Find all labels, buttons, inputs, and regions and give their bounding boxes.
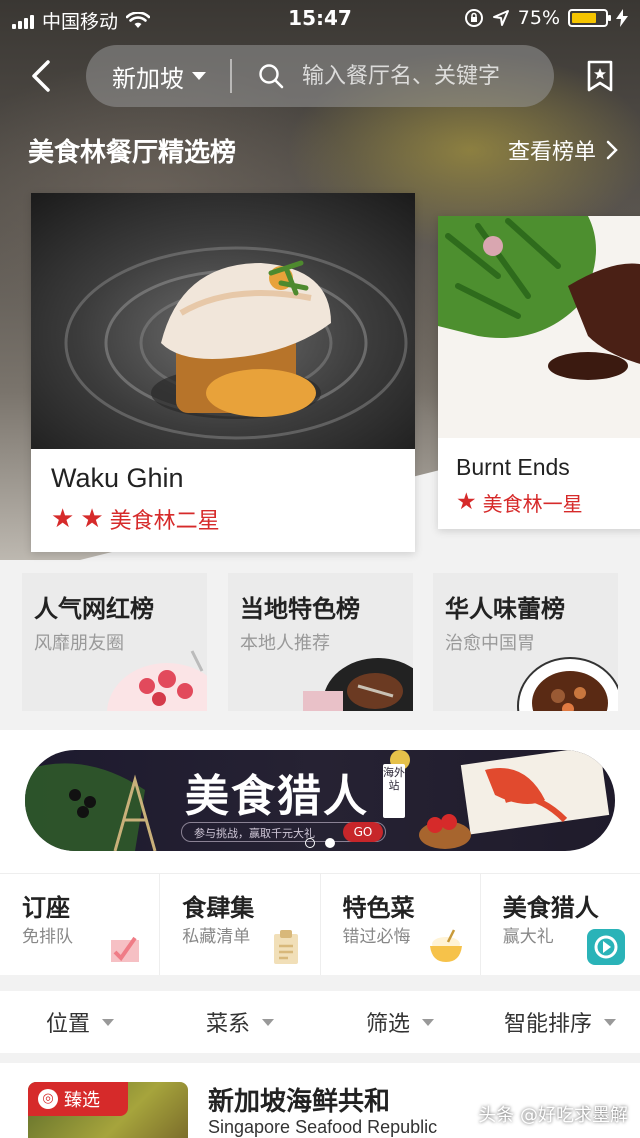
entry-collection[interactable]: 食肆集 私藏清单 [160,874,321,975]
carousel-dot-active[interactable] [325,838,335,848]
video-icon [587,929,625,965]
rotation-lock-icon [464,9,483,27]
entry-subtitle: 私藏清单 [182,927,251,947]
bookmark-icon[interactable] [586,60,614,92]
clipboard-icon [273,930,298,964]
carousel-dot[interactable] [305,838,315,848]
entry-title: 食肆集 [182,894,255,922]
rice-bowl-icon [429,929,462,962]
banner-go-button[interactable]: GO [343,822,383,842]
restaurant-name: Burnt Ends [456,454,570,480]
quick-entries: 订座 免排队 食肆集 私藏清单 特色菜 错过必悔 美食猎人 赢大礼 [0,873,640,975]
rating-label: 美食林二星 [109,509,220,534]
star-icon: ★ [80,504,104,534]
entry-title: 特色菜 [342,894,415,922]
search-icon [259,64,284,89]
filter-bar: 位置 菜系 筛选 智能排序 [0,991,640,1053]
search-bar[interactable]: 新加坡 [86,45,554,107]
section-title: 美食林餐厅精选榜 [28,138,237,168]
filter-label: 菜系 [205,1012,250,1037]
filter-label: 位置 [45,1012,90,1037]
rank-list-chinese[interactable]: 华人味蕾榜 治愈中国胃 [433,573,618,711]
featured-badge: ◎ 臻选 [28,1082,128,1116]
restaurant-thumbnail: ◎ 臻选 [28,1082,188,1138]
filter-location[interactable]: 位置 [0,991,160,1053]
rank-list-popular[interactable]: 人气网红榜 风靡朋友圈 [22,573,207,711]
booking-icon [111,936,140,962]
restaurant-card[interactable]: Burnt Ends ★ 美食林一星 [438,216,640,529]
caret-down-icon [604,1018,616,1026]
dessert-photo [107,650,207,711]
filter-label: 筛选 [365,1012,410,1037]
banner-title: 美食猎人 [185,771,369,822]
view-ranking-label: 查看榜单 [507,140,596,165]
restaurant-name: Waku Ghin [51,463,184,493]
list-item-subtitle: Singapore Seafood Republic [208,1117,438,1137]
caret-down-icon [102,1018,114,1026]
meat-dish-photo [303,658,413,711]
city-label: 新加坡 [112,64,184,93]
michelin-rating: ★ ★ 美食林二星 [51,503,220,535]
view-ranking-link[interactable]: 查看榜单 [508,134,618,166]
battery-level [572,13,596,23]
filter-label: 智能排序 [503,1012,592,1037]
star-icon: ★ [51,504,75,534]
banner-tag: 海外站 [383,764,405,818]
city-selector[interactable]: 新加坡 [86,59,230,94]
rank-list-local[interactable]: 当地特色榜 本地人推荐 [228,573,413,711]
status-bar: 中国移动 15:47 75% [0,0,640,36]
status-right: 75% [464,7,628,29]
rank-list-title: 人气网红榜 [34,595,154,623]
entry-subtitle: 错过必悔 [342,927,411,947]
restaurant-photo [31,193,415,449]
list-item-title: 新加坡海鲜共和 [208,1087,391,1117]
entry-booking[interactable]: 订座 免排队 [0,874,161,975]
entry-title: 订座 [22,894,70,922]
entry-title: 美食猎人 [502,894,599,922]
rank-list-title: 当地特色榜 [240,595,360,623]
filter-cuisine[interactable]: 菜系 [160,991,320,1053]
entry-subtitle: 赢大礼 [502,927,554,947]
filter-sort[interactable]: 智能排序 [480,991,640,1053]
watermark: 头条 @好吃求墨解 [478,1105,628,1126]
entry-signature-dish[interactable]: 特色菜 错过必悔 [321,874,481,975]
battery-icon [568,9,611,27]
badge-label: 臻选 [64,1090,100,1111]
promo-banner[interactable]: 美食猎人 海外站 参与挑战，赢取千元大礼 GO [25,750,615,851]
restaurant-card[interactable]: Waku Ghin ★ ★ 美食林二星 [31,193,415,552]
rating-label: 美食林一星 [482,492,583,516]
entry-subtitle: 免排队 [22,927,73,947]
filter-options[interactable]: 筛选 [320,991,480,1053]
battery-percent: 75% [517,7,560,29]
caret-down-icon [192,72,206,80]
soup-bowl-photo [517,657,618,711]
caret-down-icon [422,1018,434,1026]
star-icon: ★ [456,489,477,515]
caret-down-icon [262,1018,274,1026]
charging-icon [616,9,628,27]
search-divider [230,59,232,93]
michelin-rating: ★ 美食林一星 [456,488,583,517]
rank-list-title: 华人味蕾榜 [445,595,565,623]
location-icon [492,10,509,26]
back-icon[interactable] [24,58,58,94]
chevron-right-icon [606,140,618,160]
restaurant-photo [438,216,640,438]
entry-food-hunter[interactable]: 美食猎人 赢大礼 [481,874,640,975]
badge-icon: ◎ [38,1089,58,1109]
search-input[interactable] [302,63,542,89]
